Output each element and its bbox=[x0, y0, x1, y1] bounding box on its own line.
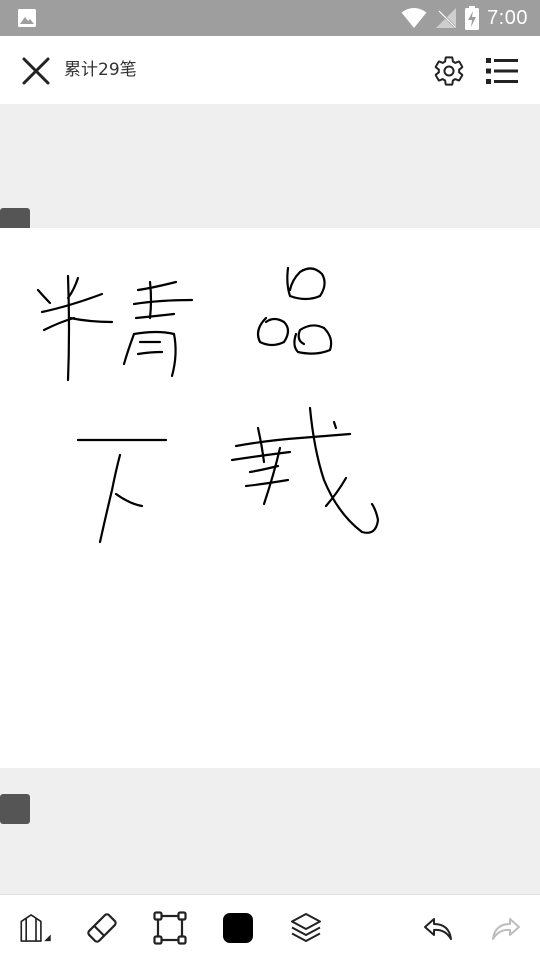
no-signal-icon bbox=[436, 8, 457, 28]
settings-button[interactable] bbox=[430, 52, 468, 90]
redo-button[interactable] bbox=[488, 910, 524, 946]
stroke-count-label: 累计29笔 bbox=[64, 60, 137, 80]
bottom-toolbar bbox=[0, 894, 540, 960]
eraser-tool-button[interactable] bbox=[84, 910, 120, 946]
layers-icon bbox=[291, 913, 321, 942]
color-swatch bbox=[223, 913, 253, 943]
undo-icon bbox=[424, 918, 452, 940]
status-bar: 7:00 bbox=[0, 0, 540, 36]
close-button[interactable] bbox=[18, 53, 54, 89]
settings-gear-icon bbox=[434, 56, 464, 86]
select-icon bbox=[153, 911, 187, 945]
drawing-app-screen: 7:00 累计29笔 bbox=[0, 0, 540, 960]
app-bar: 累计29笔 bbox=[0, 36, 540, 104]
menu-button[interactable] bbox=[484, 52, 520, 90]
menu-list-icon bbox=[486, 58, 518, 84]
layers-button[interactable] bbox=[288, 910, 324, 946]
canvas-margin-bottom[interactable] bbox=[0, 768, 540, 894]
status-icons: 7:00 bbox=[401, 0, 528, 36]
pen-icon bbox=[20, 914, 51, 942]
page-resize-handle-bottom[interactable] bbox=[0, 794, 30, 824]
undo-button[interactable] bbox=[420, 910, 456, 946]
wifi-icon bbox=[401, 8, 427, 28]
status-time: 7:00 bbox=[487, 6, 528, 29]
gallery-icon bbox=[18, 9, 36, 27]
pen-tool-button[interactable] bbox=[18, 910, 54, 946]
canvas-margin-top[interactable] bbox=[0, 104, 540, 228]
select-tool-button[interactable] bbox=[152, 910, 188, 946]
drawing-page[interactable] bbox=[0, 228, 540, 768]
battery-charging-icon bbox=[465, 6, 480, 30]
handwritten-strokes bbox=[36, 266, 380, 544]
eraser-icon bbox=[87, 913, 117, 943]
redo-icon bbox=[492, 918, 520, 940]
color-picker-button[interactable] bbox=[220, 910, 256, 946]
close-icon bbox=[22, 57, 50, 85]
